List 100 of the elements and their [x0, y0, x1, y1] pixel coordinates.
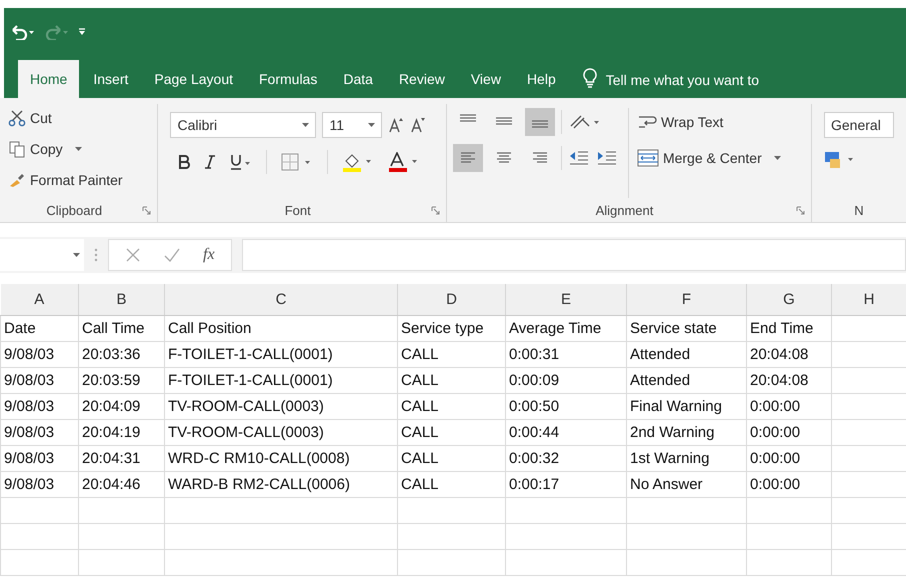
table-cell: Call Time — [78, 316, 164, 342]
ribbon-tab[interactable]: Data — [331, 60, 385, 98]
copy-icon — [8, 140, 26, 158]
table-cell: 0:00:00 — [746, 420, 832, 446]
cut-button[interactable]: Cut — [6, 104, 152, 132]
tell-me-search[interactable]: Tell me what you want to — [606, 72, 760, 98]
table-cell: 9/08/03 — [0, 472, 78, 498]
dialog-launcher-icon[interactable] — [430, 206, 440, 214]
table-cell: 9/08/03 — [0, 446, 78, 472]
table-cell: 20:03:36 — [78, 342, 164, 368]
font-size-dropdown[interactable]: 11 — [322, 112, 382, 138]
merge-center-button[interactable]: Merge & Center — [634, 144, 783, 172]
table-cell: 20:04:08 — [746, 342, 832, 368]
format-painter-button[interactable]: Format Painter — [6, 166, 152, 194]
ribbon-tab[interactable]: View — [458, 60, 513, 98]
table-cell: 20:04:09 — [78, 394, 164, 420]
merge-cells-icon — [636, 149, 659, 167]
horizontal-align-icon[interactable] — [452, 144, 483, 172]
column-header[interactable]: E — [506, 284, 626, 316]
ribbon-tab[interactable]: Review — [386, 60, 457, 98]
group-label: N — [853, 202, 865, 218]
table-cell: WARD-B RM2-CALL(0006) — [164, 472, 398, 498]
table-cell: 0:00:32 — [506, 446, 626, 472]
table-cell: Attended — [626, 342, 746, 368]
table-cell: 9/08/03 — [0, 420, 78, 446]
table-cell: 20:03:59 — [78, 368, 164, 394]
lightbulb-icon — [582, 68, 598, 88]
table-cell: F-TOILET-1-CALL(0001) — [164, 368, 398, 394]
table-cell: 0:00:00 — [746, 446, 832, 472]
table-cell: F-TOILET-1-CALL(0001) — [164, 342, 398, 368]
column-header[interactable]: H — [832, 284, 906, 316]
table-cell: Date — [0, 316, 78, 342]
table-cell: 2nd Warning — [626, 420, 746, 446]
table-cell: 1st Warning — [626, 446, 746, 472]
table-cell: 9/08/03 — [0, 368, 78, 394]
group-label: Font — [284, 202, 312, 218]
wrap-text-button[interactable]: Wrap Text — [634, 108, 783, 136]
enter-check-icon[interactable] — [163, 247, 181, 263]
table-cell: 20:04:31 — [78, 446, 164, 472]
dialog-launcher-icon[interactable] — [796, 206, 805, 214]
table-cell: Average Time — [506, 316, 626, 342]
ribbon-tab[interactable]: Page Layout — [142, 60, 245, 98]
table-cell: 9/08/03 — [0, 342, 78, 368]
bold-icon[interactable] — [178, 155, 190, 169]
dialog-launcher-icon[interactable] — [142, 206, 152, 214]
customize-toolbar-icon[interactable] — [78, 28, 86, 36]
grow-font-icon[interactable] — [388, 117, 404, 133]
caret-icon — [73, 253, 80, 257]
table-cell: No Answer — [626, 472, 746, 498]
more-options-icon — [94, 248, 98, 262]
column-header[interactable]: A — [0, 284, 78, 316]
table-cell: Final Warning — [626, 394, 746, 420]
table-cell: CALL — [398, 420, 506, 446]
increase-indent-icon[interactable] — [596, 149, 618, 167]
number-format-dropdown[interactable]: General — [824, 112, 894, 138]
insert-function-button[interactable]: fx — [203, 246, 215, 264]
undo-icon[interactable] — [10, 24, 36, 40]
copy-button[interactable]: Copy — [6, 135, 152, 163]
table-cell: 0:00:50 — [506, 394, 626, 420]
decrease-indent-icon[interactable] — [568, 149, 590, 167]
paintbrush-icon — [8, 172, 26, 188]
caret-icon — [368, 123, 376, 127]
table-cell: End Time — [746, 316, 832, 342]
column-header[interactable]: D — [398, 284, 506, 316]
font-name-dropdown[interactable]: Calibri — [170, 112, 316, 138]
scissors-icon — [8, 109, 26, 127]
table-cell: 0:00:44 — [506, 420, 626, 446]
column-header[interactable]: G — [746, 284, 832, 316]
column-header[interactable]: C — [164, 284, 398, 316]
caret-icon — [774, 156, 781, 160]
table-cell: CALL — [398, 446, 506, 472]
table-cell: 0:00:09 — [506, 368, 626, 394]
column-header[interactable]: B — [78, 284, 164, 316]
ribbon-tab[interactable]: Insert — [81, 60, 140, 98]
table-cell: Attended — [626, 368, 746, 394]
table-cell: 0:00:00 — [746, 394, 832, 420]
table-cell: Service type — [398, 316, 506, 342]
ribbon-tab[interactable]: Formulas — [247, 60, 330, 98]
table-cell: WRD-C RM10-CALL(0008) — [164, 446, 398, 472]
italic-icon[interactable] — [204, 155, 216, 169]
table-cell: 0:00:00 — [746, 472, 832, 498]
vertical-align-icon[interactable] — [524, 108, 555, 136]
ribbon-tab[interactable]: Help — [514, 60, 568, 98]
shrink-font-icon[interactable] — [410, 117, 426, 133]
table-cell: CALL — [398, 342, 506, 368]
table-cell: TV-ROOM-CALL(0003) — [164, 394, 398, 420]
table-cell: CALL — [398, 394, 506, 420]
table-cell: TV-ROOM-CALL(0003) — [164, 420, 398, 446]
group-label: Alignment — [594, 202, 654, 218]
formula-input-field[interactable] — [242, 239, 906, 271]
group-label: Clipboard — [45, 202, 104, 218]
table-cell: Service state — [626, 316, 746, 342]
table-cell: CALL — [398, 472, 506, 498]
table-cell: Call Position — [164, 316, 398, 342]
table-cell: 20:04:19 — [78, 420, 164, 446]
underline-icon[interactable] — [230, 154, 252, 170]
table-cell: 0:00:17 — [506, 472, 626, 498]
ribbon-tab[interactable]: Home — [18, 60, 80, 98]
table-cell: 9/08/03 — [0, 394, 78, 420]
column-header[interactable]: F — [626, 284, 746, 316]
